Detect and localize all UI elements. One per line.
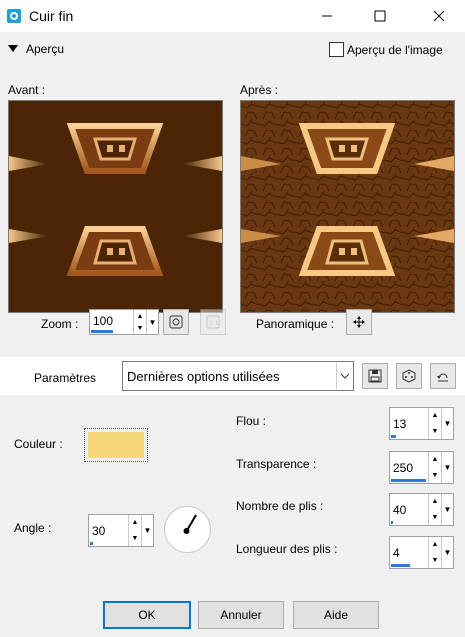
close-button[interactable] (416, 0, 462, 32)
zoom-fit-icon (169, 315, 183, 329)
randomize-button[interactable] (396, 363, 422, 389)
zoom-arrows[interactable]: ▲ ▼ (133, 310, 146, 334)
folds-arrows[interactable]: ▲ ▼ (428, 494, 441, 525)
zoom-dropdown-icon[interactable]: ▼ (146, 310, 158, 334)
fold-length-level-bar (391, 564, 410, 567)
zoom-actual-button[interactable]: 1:1 (200, 309, 226, 335)
angle-spinner[interactable]: 30 ▲ ▼ ▼ (88, 514, 154, 547)
blur-level-bar (391, 435, 396, 438)
spin-up-icon[interactable]: ▲ (129, 515, 141, 531)
spin-down-icon[interactable]: ▼ (429, 468, 441, 484)
angle-dropdown-icon[interactable]: ▼ (141, 515, 153, 546)
close-icon (433, 10, 445, 22)
zoom-label: Zoom : (41, 317, 79, 331)
spin-up-icon[interactable]: ▲ (429, 537, 441, 553)
transparency-spinner[interactable]: 250 ▲ ▼ ▼ (389, 451, 454, 484)
transparency-level-bar (391, 479, 426, 482)
move-icon (353, 316, 365, 328)
folds-spinner[interactable]: 40 ▲ ▼ ▼ (389, 493, 454, 526)
pan-label: Panoramique : (256, 317, 335, 331)
triangle-down-icon (8, 45, 18, 52)
angle-dial[interactable] (163, 505, 212, 554)
spin-down-icon[interactable]: ▼ (429, 553, 441, 569)
color-label: Couleur : (14, 437, 63, 451)
params-label: Paramètres (34, 371, 97, 385)
preset-select[interactable]: Dernières options utilisées (122, 361, 354, 391)
image-preview-checkbox[interactable] (329, 42, 344, 57)
spin-up-icon[interactable]: ▲ (429, 408, 441, 424)
zoom-spinner[interactable]: 100 ▲ ▼ ▼ (89, 309, 159, 335)
image-preview-checkbox-row[interactable]: Aperçu de l'image (329, 42, 443, 57)
before-label: Avant : (8, 83, 46, 97)
angle-label: Angle : (14, 521, 52, 535)
fold-length-label: Longueur des plis : (236, 542, 338, 556)
dice-icon (402, 369, 416, 383)
dial-icon (164, 506, 211, 553)
spin-down-icon[interactable]: ▼ (429, 510, 441, 526)
transparency-label: Transparence : (236, 457, 317, 471)
svg-text:1:1: 1:1 (209, 320, 219, 327)
window-title: Cuir fin (29, 8, 74, 24)
angle-level-bar (90, 542, 93, 545)
maximize-icon (374, 10, 386, 22)
zoom-level-bar (91, 330, 113, 333)
after-label: Après : (240, 83, 279, 97)
angle-arrows[interactable]: ▲ ▼ (128, 515, 141, 546)
reset-icon (437, 373, 448, 382)
spin-down-icon[interactable]: ▼ (134, 322, 146, 334)
transparency-arrows[interactable]: ▲ ▼ (428, 452, 441, 483)
pan-button[interactable] (346, 309, 372, 335)
after-image (241, 101, 454, 312)
spin-up-icon[interactable]: ▲ (134, 310, 146, 322)
title-bar: Cuir fin (0, 0, 465, 32)
preset-value: Dernières options utilisées (127, 368, 280, 384)
spin-down-icon[interactable]: ▼ (129, 531, 141, 547)
blur-spinner[interactable]: 13 ▲ ▼ ▼ (389, 407, 454, 440)
color-swatch-frame[interactable] (84, 428, 148, 462)
app-icon (7, 9, 21, 23)
help-button[interactable]: Aide (293, 601, 379, 629)
transparency-dropdown-icon[interactable]: ▼ (441, 452, 453, 483)
minimize-icon (322, 15, 332, 17)
blur-dropdown-icon[interactable]: ▼ (441, 408, 453, 439)
minimize-button[interactable] (304, 0, 350, 32)
after-preview (240, 100, 455, 313)
blur-arrows[interactable]: ▲ ▼ (428, 408, 441, 439)
blur-label: Flou : (236, 414, 267, 428)
chevron-down-icon (336, 363, 350, 389)
angle-value[interactable]: 30 (89, 515, 128, 546)
preview-toggle-label: Aperçu (26, 42, 65, 56)
spin-up-icon[interactable]: ▲ (429, 452, 441, 468)
ok-button[interactable]: OK (103, 601, 191, 629)
save-preset-button[interactable] (362, 363, 388, 389)
fold-length-dropdown-icon[interactable]: ▼ (441, 537, 453, 568)
cancel-button[interactable]: Annuler (198, 601, 284, 629)
zoom-actual-icon: 1:1 (206, 315, 220, 329)
before-preview (8, 100, 223, 313)
fold-length-arrows[interactable]: ▲ ▼ (428, 537, 441, 568)
save-icon (368, 369, 382, 383)
folds-value[interactable]: 40 (390, 494, 428, 525)
zoom-fit-button[interactable] (163, 309, 189, 335)
spin-down-icon[interactable]: ▼ (429, 424, 441, 440)
reset-button[interactable] (430, 363, 456, 389)
color-swatch[interactable] (88, 432, 144, 458)
folds-level-bar (391, 521, 393, 524)
folds-dropdown-icon[interactable]: ▼ (441, 494, 453, 525)
spin-up-icon[interactable]: ▲ (429, 494, 441, 510)
image-preview-label: Aperçu de l'image (347, 42, 443, 57)
maximize-button[interactable] (357, 0, 403, 32)
preview-toggle[interactable]: Aperçu (8, 42, 64, 56)
before-image (9, 101, 222, 312)
fold-length-spinner[interactable]: 4 ▲ ▼ ▼ (389, 536, 454, 569)
folds-label: Nombre de plis : (236, 499, 324, 513)
